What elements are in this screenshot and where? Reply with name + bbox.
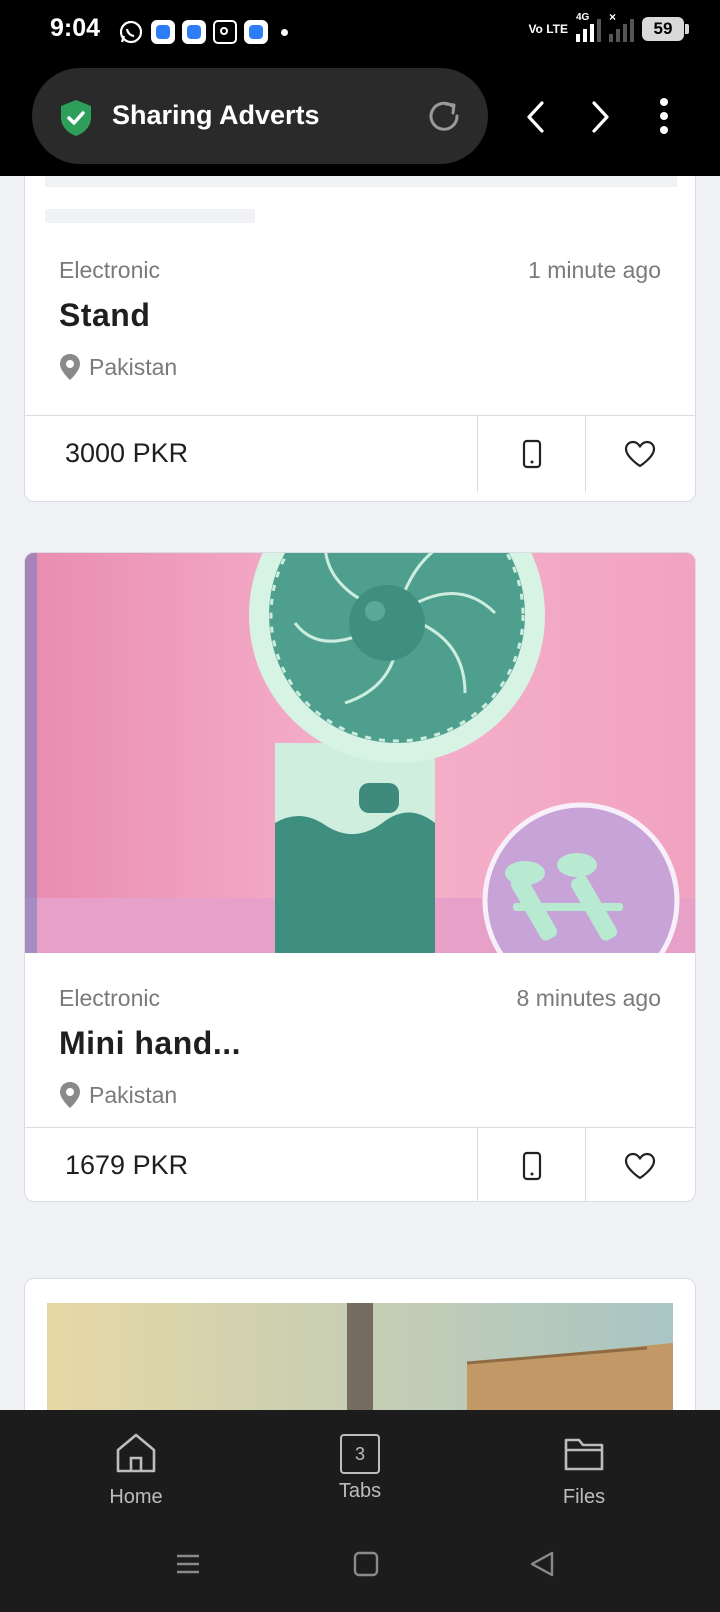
nav-tabs[interactable]: 3 Tabs <box>290 1432 430 1503</box>
status-bar: 9:04 Vo LTE 4G × 59 <box>0 0 720 64</box>
site-title: Sharing Adverts <box>112 100 320 130</box>
nav-files[interactable]: Files <box>514 1432 654 1509</box>
listing-location: Pakistan <box>59 353 177 381</box>
listing-title[interactable]: Stand <box>59 297 150 334</box>
battery-icon: 59 <box>642 17 689 41</box>
volte-indicator: Vo LTE <box>528 22 568 36</box>
heart-icon <box>624 1152 656 1180</box>
signal-sim2-icon: × <box>609 10 634 42</box>
favorite-button[interactable] <box>585 1128 694 1201</box>
notification-icons <box>118 18 288 46</box>
listing-category: Electronic <box>59 257 160 283</box>
listing-time: 1 minute ago <box>528 257 661 283</box>
whatsapp-icon <box>119 20 143 44</box>
tab-count-badge: 3 <box>340 1434 380 1474</box>
listing-card[interactable] <box>24 1278 696 1410</box>
call-button[interactable] <box>477 416 586 492</box>
listing-card[interactable]: Electronic 1 minute ago Stand Pakistan 3… <box>24 176 696 502</box>
home-icon <box>116 1433 156 1473</box>
listing-price: 1679 PKR <box>65 1150 189 1180</box>
listing-footer: 1679 PKR <box>25 1127 695 1201</box>
nav-tabs-label: Tabs <box>338 1480 382 1502</box>
listing-time: 8 minutes ago <box>516 985 661 1011</box>
back-icon[interactable] <box>524 100 548 134</box>
reload-icon[interactable] <box>424 96 464 136</box>
location-pin-icon <box>60 1082 80 1108</box>
mini-fan-product-image <box>25 553 695 953</box>
app-notification-icon <box>182 20 206 44</box>
listings-feed[interactable]: Electronic 1 minute ago Stand Pakistan 3… <box>0 176 720 1410</box>
listing-footer: 3000 PKR <box>25 415 695 492</box>
shield-check-icon <box>61 100 91 136</box>
image-placeholder <box>45 176 677 187</box>
listing-location: Pakistan <box>59 1081 177 1109</box>
listing-image[interactable] <box>25 553 695 953</box>
bottom-navigation: Home 3 Tabs Files <box>0 1410 720 1612</box>
status-time: 9:04 <box>50 14 101 42</box>
camera-notification-icon <box>213 20 237 44</box>
address-bar[interactable]: Sharing Adverts <box>32 68 488 164</box>
folder-icon <box>564 1438 604 1471</box>
listing-price: 3000 PKR <box>65 438 189 468</box>
image-placeholder <box>45 209 255 223</box>
listing-image[interactable] <box>47 1303 673 1410</box>
heart-icon <box>624 440 656 468</box>
product-image <box>347 1303 673 1410</box>
call-button[interactable] <box>477 1128 586 1201</box>
app-notification-icon <box>244 20 268 44</box>
favorite-button[interactable] <box>585 416 694 492</box>
recents-icon[interactable] <box>174 1550 202 1578</box>
phone-icon <box>522 439 542 469</box>
app-notification-icon <box>151 20 175 44</box>
listing-card[interactable]: Electronic 8 minutes ago Mini hand... Pa… <box>24 552 696 1202</box>
nav-home-label: Home <box>109 1486 163 1508</box>
forward-icon[interactable] <box>588 100 612 134</box>
system-back-icon[interactable] <box>528 1550 556 1578</box>
more-notifications-dot <box>281 28 288 36</box>
nav-home[interactable]: Home <box>66 1432 206 1509</box>
phone-icon <box>522 1151 542 1181</box>
overflow-menu-icon[interactable] <box>652 96 676 136</box>
signal-4g-icon: 4G <box>576 12 601 42</box>
listing-category: Electronic <box>59 985 160 1011</box>
system-home-icon[interactable] <box>352 1550 380 1578</box>
location-text: Pakistan <box>89 1081 178 1108</box>
browser-toolbar: Sharing Adverts <box>0 64 720 176</box>
location-text: Pakistan <box>89 353 178 380</box>
location-pin-icon <box>60 354 80 380</box>
listing-title[interactable]: Mini hand... <box>59 1025 241 1062</box>
nav-files-label: Files <box>562 1486 606 1508</box>
